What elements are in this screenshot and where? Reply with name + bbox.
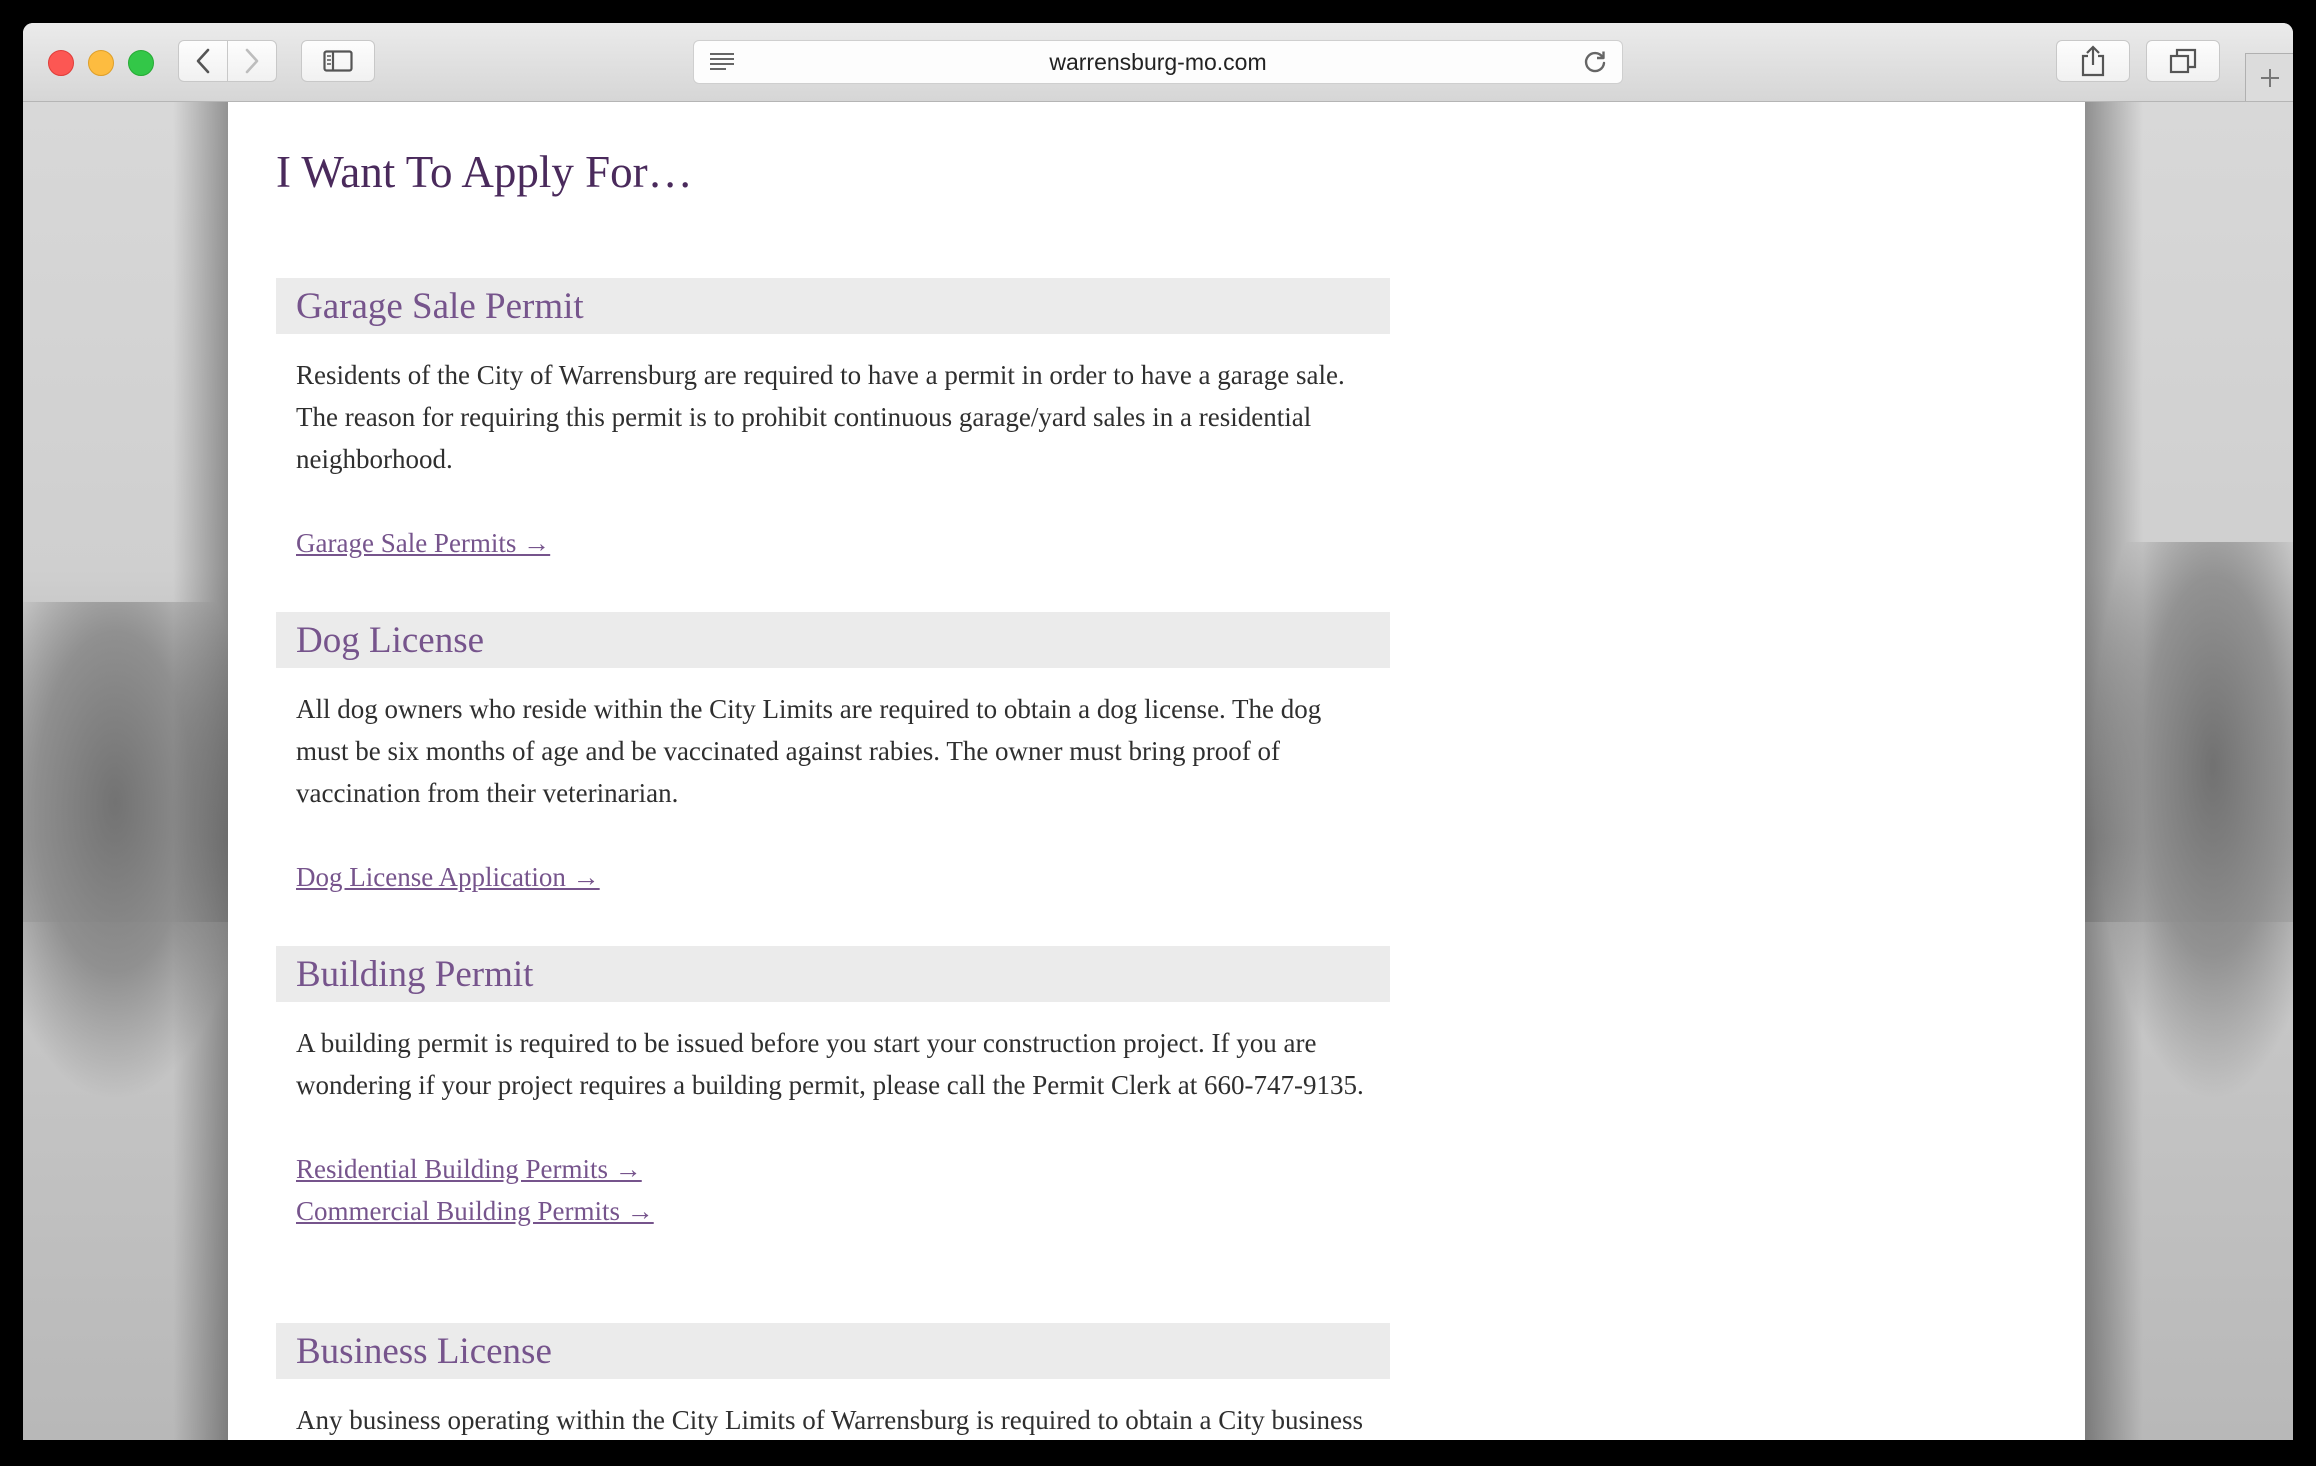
minimize-window-button[interactable] — [88, 50, 114, 76]
section-building-permit: Building Permit A building permit is req… — [276, 946, 1390, 1232]
section-description: A building permit is required to be issu… — [296, 1028, 1364, 1100]
new-tab-button[interactable] — [2245, 53, 2293, 101]
garage-sale-permits-link[interactable]: Garage Sale Permits → — [296, 522, 1390, 564]
browser-toolbar: warrensburg-mo.com — [23, 23, 2293, 102]
dog-license-application-link[interactable]: Dog License Application → — [296, 856, 1390, 898]
back-button[interactable] — [178, 40, 228, 82]
section-links: Dog License Application → — [276, 814, 1390, 898]
section-links: Garage Sale Permits → — [276, 480, 1390, 564]
section-description: Any business operating within the City L… — [296, 1405, 1363, 1435]
plus-icon — [2260, 68, 2279, 87]
section-header: Building Permit — [276, 946, 1390, 1002]
page-shadow-left — [173, 102, 233, 1440]
residential-building-permits-link[interactable]: Residential Building Permits → — [296, 1148, 1390, 1190]
sidebar-toggle-button[interactable] — [301, 40, 375, 82]
section-description: Residents of the City of Warrensburg are… — [296, 360, 1345, 474]
commercial-building-permits-link[interactable]: Commercial Building Permits → — [296, 1190, 1390, 1232]
sidebar-icon — [323, 50, 353, 72]
section-header: Garage Sale Permit — [276, 278, 1390, 334]
chevron-right-icon — [245, 48, 259, 74]
section-header: Dog License — [276, 612, 1390, 668]
tab-overview-button[interactable] — [2146, 40, 2220, 82]
page-title: I Want To Apply For… — [276, 147, 693, 197]
section-title: Business License — [296, 1330, 552, 1372]
forward-button[interactable] — [227, 40, 277, 82]
share-icon — [2081, 45, 2105, 77]
section-title: Garage Sale Permit — [296, 285, 584, 327]
page-shadow-right — [2083, 102, 2143, 1440]
section-description: All dog owners who reside within the Cit… — [296, 694, 1322, 808]
page-content-panel: I Want To Apply For… Garage Sale Permit … — [228, 102, 2085, 1440]
browser-window: warrensburg-mo.com I Want To Apply For… — [23, 23, 2293, 1440]
chevron-left-icon — [196, 48, 210, 74]
section-garage-sale-permit: Garage Sale Permit Residents of the City… — [276, 278, 1390, 564]
share-button[interactable] — [2056, 40, 2130, 82]
tabs-icon — [2169, 48, 2197, 74]
section-links: Residential Building Permits → Commercia… — [276, 1106, 1390, 1232]
section-title: Building Permit — [296, 953, 534, 995]
reload-icon[interactable] — [1582, 49, 1608, 80]
close-window-button[interactable] — [48, 50, 74, 76]
section-dog-license: Dog License All dog owners who reside wi… — [276, 612, 1390, 898]
fullscreen-window-button[interactable] — [128, 50, 154, 76]
section-header: Business License — [276, 1323, 1390, 1379]
section-title: Dog License — [296, 619, 485, 661]
section-business-license: Business License Any business operating … — [276, 1323, 1390, 1440]
address-url: warrensburg-mo.com — [1049, 48, 1267, 75]
page-viewport: I Want To Apply For… Garage Sale Permit … — [23, 102, 2293, 1440]
address-bar[interactable]: warrensburg-mo.com — [693, 40, 1623, 84]
